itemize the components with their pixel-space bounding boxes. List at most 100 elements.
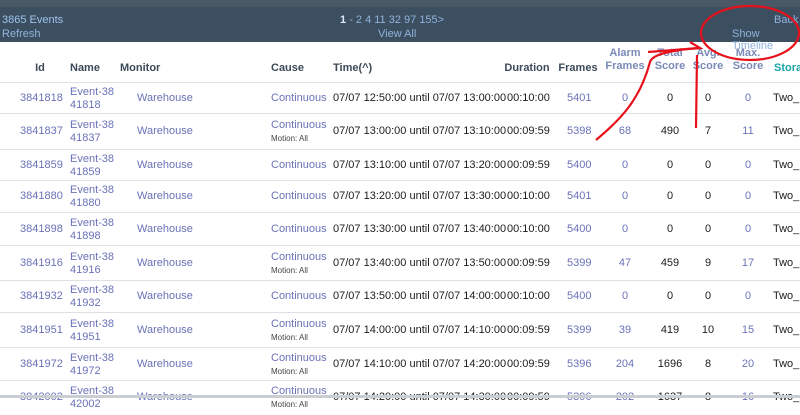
frames-link[interactable]: 5400	[567, 159, 591, 171]
event-name-link[interactable]: Event-3841880	[70, 184, 120, 210]
alarm-frames-link[interactable]: 0	[604, 190, 646, 202]
cause-link[interactable]: Continuous	[271, 190, 327, 202]
pagination: 1 - 2 4 11 32 97 155>	[340, 14, 444, 26]
frames-link[interactable]: 5401	[567, 190, 591, 202]
monitor-link[interactable]: Warehouse	[137, 223, 193, 235]
event-id-link[interactable]: 3841859	[20, 159, 63, 171]
alarm-frames-link[interactable]: 0	[604, 159, 646, 171]
storage-value: Two_	[773, 223, 800, 235]
max-score-link[interactable]: 15	[728, 324, 768, 336]
cause-link[interactable]: Continuous	[271, 119, 327, 131]
total-score: 0	[666, 92, 674, 104]
alarm-frames-link[interactable]: 68	[604, 125, 646, 137]
max-score-link[interactable]: 0	[728, 159, 768, 171]
refresh-link[interactable]: Refresh	[2, 28, 41, 40]
frames-link[interactable]: 5400	[567, 223, 591, 235]
event-id-link[interactable]: 3841880	[20, 190, 63, 202]
table-row[interactable]: 3841916 Warehouse 07/07 13:40:00 until 07/…	[0, 245, 800, 281]
event-name-link[interactable]: Event-3841837	[70, 119, 120, 145]
avg-score: 9	[704, 257, 712, 269]
monitor-link[interactable]: Warehouse	[137, 190, 193, 202]
event-id-link[interactable]: 3841818	[20, 92, 63, 104]
alarm-frames-link[interactable]: 0	[604, 223, 646, 235]
event-name-link[interactable]: Event-3841859	[70, 153, 120, 179]
total-score: 0	[666, 190, 674, 202]
alarm-frames-link[interactable]: 47	[604, 257, 646, 269]
cause-link[interactable]: Continuous	[271, 92, 327, 104]
monitor-link[interactable]: Warehouse	[137, 257, 193, 269]
frames-link[interactable]: 5399	[567, 257, 591, 269]
max-score-link[interactable]: 20	[728, 358, 768, 370]
col-alarm-frames[interactable]: Alarm Frames	[604, 47, 646, 73]
event-id-link[interactable]: 3841837	[20, 125, 63, 137]
alarm-frames-link[interactable]: 0	[604, 290, 646, 302]
col-storage[interactable]: Stora	[774, 62, 800, 75]
max-score-link[interactable]: 11	[728, 125, 768, 137]
event-id-link[interactable]: 3841898	[20, 223, 63, 235]
col-name[interactable]: Name	[70, 62, 100, 75]
table-row[interactable]: 3841898 Warehouse 07/07 13:30:00 until 07/…	[0, 212, 800, 246]
table-row[interactable]: 3841859 Warehouse 07/07 13:10:00 until 07/…	[0, 149, 800, 181]
alarm-frames-link[interactable]: 0	[604, 92, 646, 104]
event-id-link[interactable]: 3841916	[20, 257, 63, 269]
event-name-link[interactable]: Event-3841916	[70, 251, 120, 277]
event-id-link[interactable]: 3841951	[20, 324, 63, 336]
alarm-frames-link[interactable]: 204	[604, 358, 646, 370]
cause-link[interactable]: Continuous	[271, 290, 327, 302]
cause-link[interactable]: Continuous	[271, 251, 327, 263]
col-total-score[interactable]: Total Score	[650, 47, 690, 73]
monitor-link[interactable]: Warehouse	[137, 159, 193, 171]
max-score-link[interactable]: 0	[728, 223, 768, 235]
col-max-score[interactable]: Max. Score	[728, 47, 768, 73]
table-row[interactable]: 3841951 Warehouse 07/07 14:00:00 until 07/…	[0, 312, 800, 348]
table-row[interactable]: 3841880 Warehouse 07/07 13:20:00 until 07/…	[0, 180, 800, 213]
event-name-link[interactable]: Event-3842002	[70, 385, 120, 411]
monitor-link[interactable]: Warehouse	[137, 358, 193, 370]
monitor-link[interactable]: Warehouse	[137, 324, 193, 336]
cause-link[interactable]: Continuous	[271, 318, 327, 330]
event-id-link[interactable]: 3841932	[20, 290, 63, 302]
frames-link[interactable]: 5401	[567, 92, 591, 104]
cause-link[interactable]: Continuous	[271, 223, 327, 235]
page-links[interactable]: - 2 4 11 32 97 155>	[349, 14, 444, 26]
col-frames[interactable]: Frames	[556, 62, 600, 75]
col-duration[interactable]: Duration	[500, 62, 554, 75]
col-id[interactable]: Id	[30, 62, 50, 75]
monitor-link[interactable]: Warehouse	[137, 290, 193, 302]
table-row[interactable]: 3841837 Warehouse 07/07 13:00:00 until 07/…	[0, 113, 800, 150]
alarm-frames-link[interactable]: 39	[604, 324, 646, 336]
max-score-link[interactable]: 0	[728, 92, 768, 104]
frames-link[interactable]: 5400	[567, 290, 591, 302]
event-name-link[interactable]: Event-3841951	[70, 318, 120, 344]
storage-value: Two_	[773, 92, 800, 104]
max-score-link[interactable]: 0	[728, 290, 768, 302]
event-name-link[interactable]: Event-3841898	[70, 217, 120, 243]
monitor-link[interactable]: Warehouse	[137, 125, 193, 137]
event-duration: 00:10:00	[507, 92, 550, 104]
event-name-link[interactable]: Event-3841932	[70, 284, 120, 310]
event-name-link[interactable]: Event-3841972	[70, 352, 120, 378]
frames-link[interactable]: 5396	[567, 358, 591, 370]
event-duration: 00:09:59	[507, 324, 550, 336]
col-monitor[interactable]: Monitor	[120, 62, 160, 75]
frames-link[interactable]: 5399	[567, 324, 591, 336]
max-score-link[interactable]: 17	[728, 257, 768, 269]
table-row[interactable]: 3841818 Warehouse 07/07 12:50:00 until 07/…	[0, 82, 800, 114]
event-duration: 00:10:00	[507, 290, 550, 302]
col-cause[interactable]: Cause	[271, 62, 304, 75]
table-row[interactable]: 3841972 Warehouse 07/07 14:10:00 until 07/…	[0, 347, 800, 381]
col-avg-score[interactable]: Avg. Score	[690, 47, 726, 73]
total-score: 1696	[657, 358, 683, 370]
table-row[interactable]: 3841932 Warehouse 07/07 13:50:00 until 07/…	[0, 280, 800, 313]
cause-link[interactable]: Continuous	[271, 352, 327, 364]
view-all-link[interactable]: View All	[378, 28, 416, 40]
frames-link[interactable]: 5398	[567, 125, 591, 137]
monitor-link[interactable]: Warehouse	[137, 92, 193, 104]
max-score-link[interactable]: 0	[728, 190, 768, 202]
event-name-link[interactable]: Event-3841818	[70, 86, 120, 112]
back-link[interactable]: Back	[774, 14, 798, 26]
cause-detail: Motion: All	[271, 266, 308, 275]
event-id-link[interactable]: 3841972	[20, 358, 63, 370]
cause-link[interactable]: Continuous	[271, 159, 327, 171]
col-time[interactable]: Time(^)	[333, 62, 372, 75]
